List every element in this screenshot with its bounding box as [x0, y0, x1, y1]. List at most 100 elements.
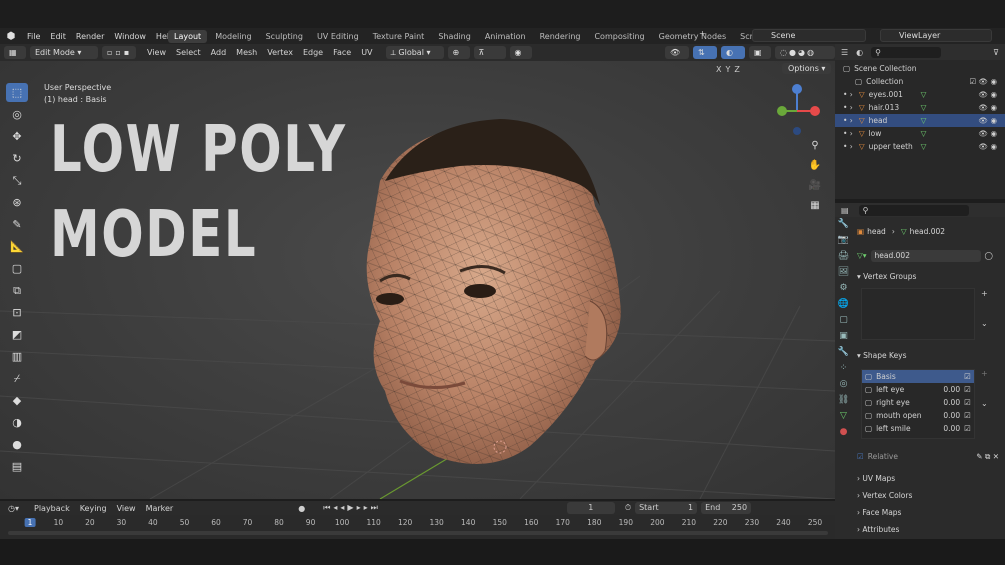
select-box-icon[interactable]: ⬚ — [6, 83, 28, 102]
modifier-tab-icon[interactable]: 🔧 — [838, 347, 849, 357]
timeline-scrollbar[interactable] — [8, 531, 828, 535]
shape-key-row[interactable]: ▢ left eye 0.00 ☑ — [862, 383, 974, 396]
smooth-icon[interactable]: ● — [6, 435, 28, 454]
visibility-toggle-icon[interactable]: 👁 ◉ — [979, 142, 997, 151]
outliner-item[interactable]: • › ▽ low ▽ 👁 ◉ — [835, 127, 1005, 140]
mirror-x[interactable]: X — [716, 65, 721, 74]
pan-icon[interactable]: ✋ — [806, 157, 824, 175]
timeline-editor-icon[interactable]: ◷▾ — [8, 504, 19, 513]
shape-key-mute-checkbox[interactable]: ☑ — [964, 385, 971, 394]
outliner-search[interactable]: ⚲ — [871, 46, 942, 58]
cursor-icon[interactable]: ◎ — [6, 105, 28, 124]
filter-icon[interactable]: ⊽ — [993, 48, 999, 57]
menu-vertex[interactable]: Vertex — [267, 48, 293, 57]
scale-icon[interactable]: ⤡ — [6, 171, 28, 190]
loop-cut-icon[interactable]: ▥ — [6, 347, 28, 366]
menu-add[interactable]: Add — [211, 48, 227, 57]
menu-window[interactable]: Window — [114, 32, 146, 41]
rotate-icon[interactable]: ↻ — [6, 149, 28, 168]
playback-controls[interactable]: ⏮◂◂▶▸▸⏭ — [323, 503, 381, 513]
uv-maps-header[interactable]: › UV Maps — [857, 472, 1003, 485]
visibility-toggle-icon[interactable]: 👁 ◉ — [979, 90, 997, 99]
render-tab-icon[interactable]: 📷 — [838, 235, 849, 245]
editor-type-icon[interactable]: ▦ — [4, 46, 26, 59]
overlay-icon[interactable]: ◐ — [721, 46, 745, 59]
vertex-groups-header[interactable]: ▾ Vertex Groups — [857, 270, 1003, 283]
record-icon[interactable]: ● — [298, 504, 305, 513]
orientation-dropdown[interactable]: ⟂ Global ▾ — [385, 46, 444, 59]
menu-face[interactable]: Face — [333, 48, 351, 57]
shape-key-edit-icons[interactable]: ✎ ⧉ ✕ — [976, 452, 999, 462]
zoom-icon[interactable]: ⚲ — [806, 137, 824, 155]
shape-keys-list[interactable]: ▢ Basis ☑ ▢ left eye 0.00 ☑ ▢ right eye 0.00 ☑ ▢ mou… — [861, 369, 975, 439]
scene-selector[interactable]: Scene — [752, 29, 866, 42]
tab-shading[interactable]: Shading — [432, 30, 477, 43]
menu-uv[interactable]: UV — [361, 48, 372, 57]
mode-dropdown[interactable]: Edit Mode ▾ — [30, 46, 98, 59]
material-tab-icon[interactable]: ● — [840, 427, 848, 437]
constraints-tab-icon[interactable]: ⛓ — [838, 395, 849, 405]
expand-icon[interactable]: • › — [843, 103, 853, 112]
select-mode-buttons[interactable]: ▫▫▪ — [102, 46, 136, 59]
vertex-colors-header[interactable]: › Vertex Colors — [857, 489, 1003, 502]
timeline-ruler[interactable]: 1 10 20 30 40 50 60 70 80 90 100 110 120 130 140 150 160… — [20, 518, 822, 528]
timeline-menu-playback[interactable]: Playback — [34, 504, 70, 513]
3d-cursor-icon[interactable] — [492, 439, 508, 455]
mesh-data-field[interactable]: head.002 — [870, 249, 981, 262]
shading-modes[interactable]: ◌●◕◍ — [775, 46, 835, 59]
tab-geometry-nodes[interactable]: Geometry Nodes — [653, 30, 732, 43]
options-dropdown[interactable]: Options ▾ — [782, 63, 832, 74]
shape-key-mute-checkbox[interactable]: ☑ — [964, 398, 971, 407]
menu-render[interactable]: Render — [76, 32, 104, 41]
start-frame-field[interactable]: Start 1 — [635, 502, 698, 514]
relative-checkbox[interactable]: ☑ — [857, 452, 864, 461]
visibility-toggle-icon[interactable]: 👁 ◉ — [979, 129, 997, 138]
collection-row[interactable]: ▢ Collection ☑ 👁 ◉ — [835, 75, 1005, 88]
shape-key-mute-checkbox[interactable]: ☑ — [964, 411, 971, 420]
menu-edge[interactable]: Edge — [303, 48, 323, 57]
scene-collection-row[interactable]: ▢ Scene Collection — [835, 62, 1005, 75]
tab-layout[interactable]: Layout — [168, 29, 208, 43]
shape-key-row[interactable]: ▢ Basis ☑ — [862, 370, 974, 383]
shape-key-mute-checkbox[interactable]: ☑ — [964, 372, 971, 381]
3d-viewport[interactable]: User Perspective (1) head : Basis LOW PO… — [0, 61, 835, 499]
world-tab-icon[interactable]: 🌐 — [838, 299, 849, 309]
visibility-toggle-icon[interactable]: 👁 ◉ — [979, 116, 997, 125]
tab-compositing[interactable]: Compositing — [588, 30, 650, 43]
properties-search[interactable]: ⚲ — [858, 204, 969, 216]
tab-uv-editing[interactable]: UV Editing — [311, 30, 365, 43]
view-layer-selector[interactable]: ViewLayer — [880, 29, 992, 42]
menu-select[interactable]: Select — [176, 48, 201, 57]
vertex-group-menu-icon[interactable]: ⌄ — [981, 319, 988, 328]
shape-key-row[interactable]: ▢ right eye 0.00 ☑ — [862, 396, 974, 409]
timeline-menu-keying[interactable]: Keying — [80, 504, 107, 513]
tab-sculpting[interactable]: Sculpting — [260, 30, 309, 43]
menu-view[interactable]: View — [147, 48, 166, 57]
fake-user-icon[interactable]: ◯ — [985, 251, 993, 260]
object-tab-icon[interactable]: ▣ — [839, 331, 848, 341]
xray-icon[interactable]: ▣ — [749, 46, 771, 59]
outliner-item[interactable]: • › ▽ upper teeth ▽ 👁 ◉ — [835, 140, 1005, 153]
camera-icon[interactable]: 🎥 — [806, 177, 824, 195]
edge-slide-icon[interactable]: ▤ — [6, 457, 28, 476]
extrude-icon[interactable]: ⧉ — [6, 281, 28, 300]
mirror-y[interactable]: Y — [725, 65, 730, 74]
visibility-toggle-icon[interactable]: 👁 ◉ — [979, 103, 997, 112]
expand-icon[interactable]: • › — [843, 142, 853, 151]
tab-rendering[interactable]: Rendering — [534, 30, 587, 43]
measure-icon[interactable]: 📐 — [6, 237, 28, 256]
head-mesh[interactable] — [340, 111, 640, 499]
tab-animation[interactable]: Animation — [479, 30, 532, 43]
grid-view-icon[interactable]: ▦ — [806, 197, 824, 215]
outliner-editor-icon[interactable]: ☰ — [841, 48, 848, 57]
menu-file[interactable]: File — [27, 32, 40, 41]
outliner-item[interactable]: • › ▽ eyes.001 ▽ 👁 ◉ — [835, 88, 1005, 101]
menu-mesh[interactable]: Mesh — [236, 48, 257, 57]
collection-tab-icon[interactable]: ▢ — [839, 315, 848, 325]
shape-keys-header[interactable]: ▾ Shape Keys — [857, 349, 1003, 362]
blender-logo-icon[interactable]: ⬢ — [0, 31, 22, 42]
snap-icon[interactable]: ⊼ — [473, 46, 506, 59]
outliner-item[interactable]: • › ▽ head ▽ 👁 ◉ — [835, 114, 1005, 127]
mirror-z[interactable]: Z — [734, 65, 739, 74]
stopwatch-icon[interactable]: ⏱ — [625, 503, 631, 513]
